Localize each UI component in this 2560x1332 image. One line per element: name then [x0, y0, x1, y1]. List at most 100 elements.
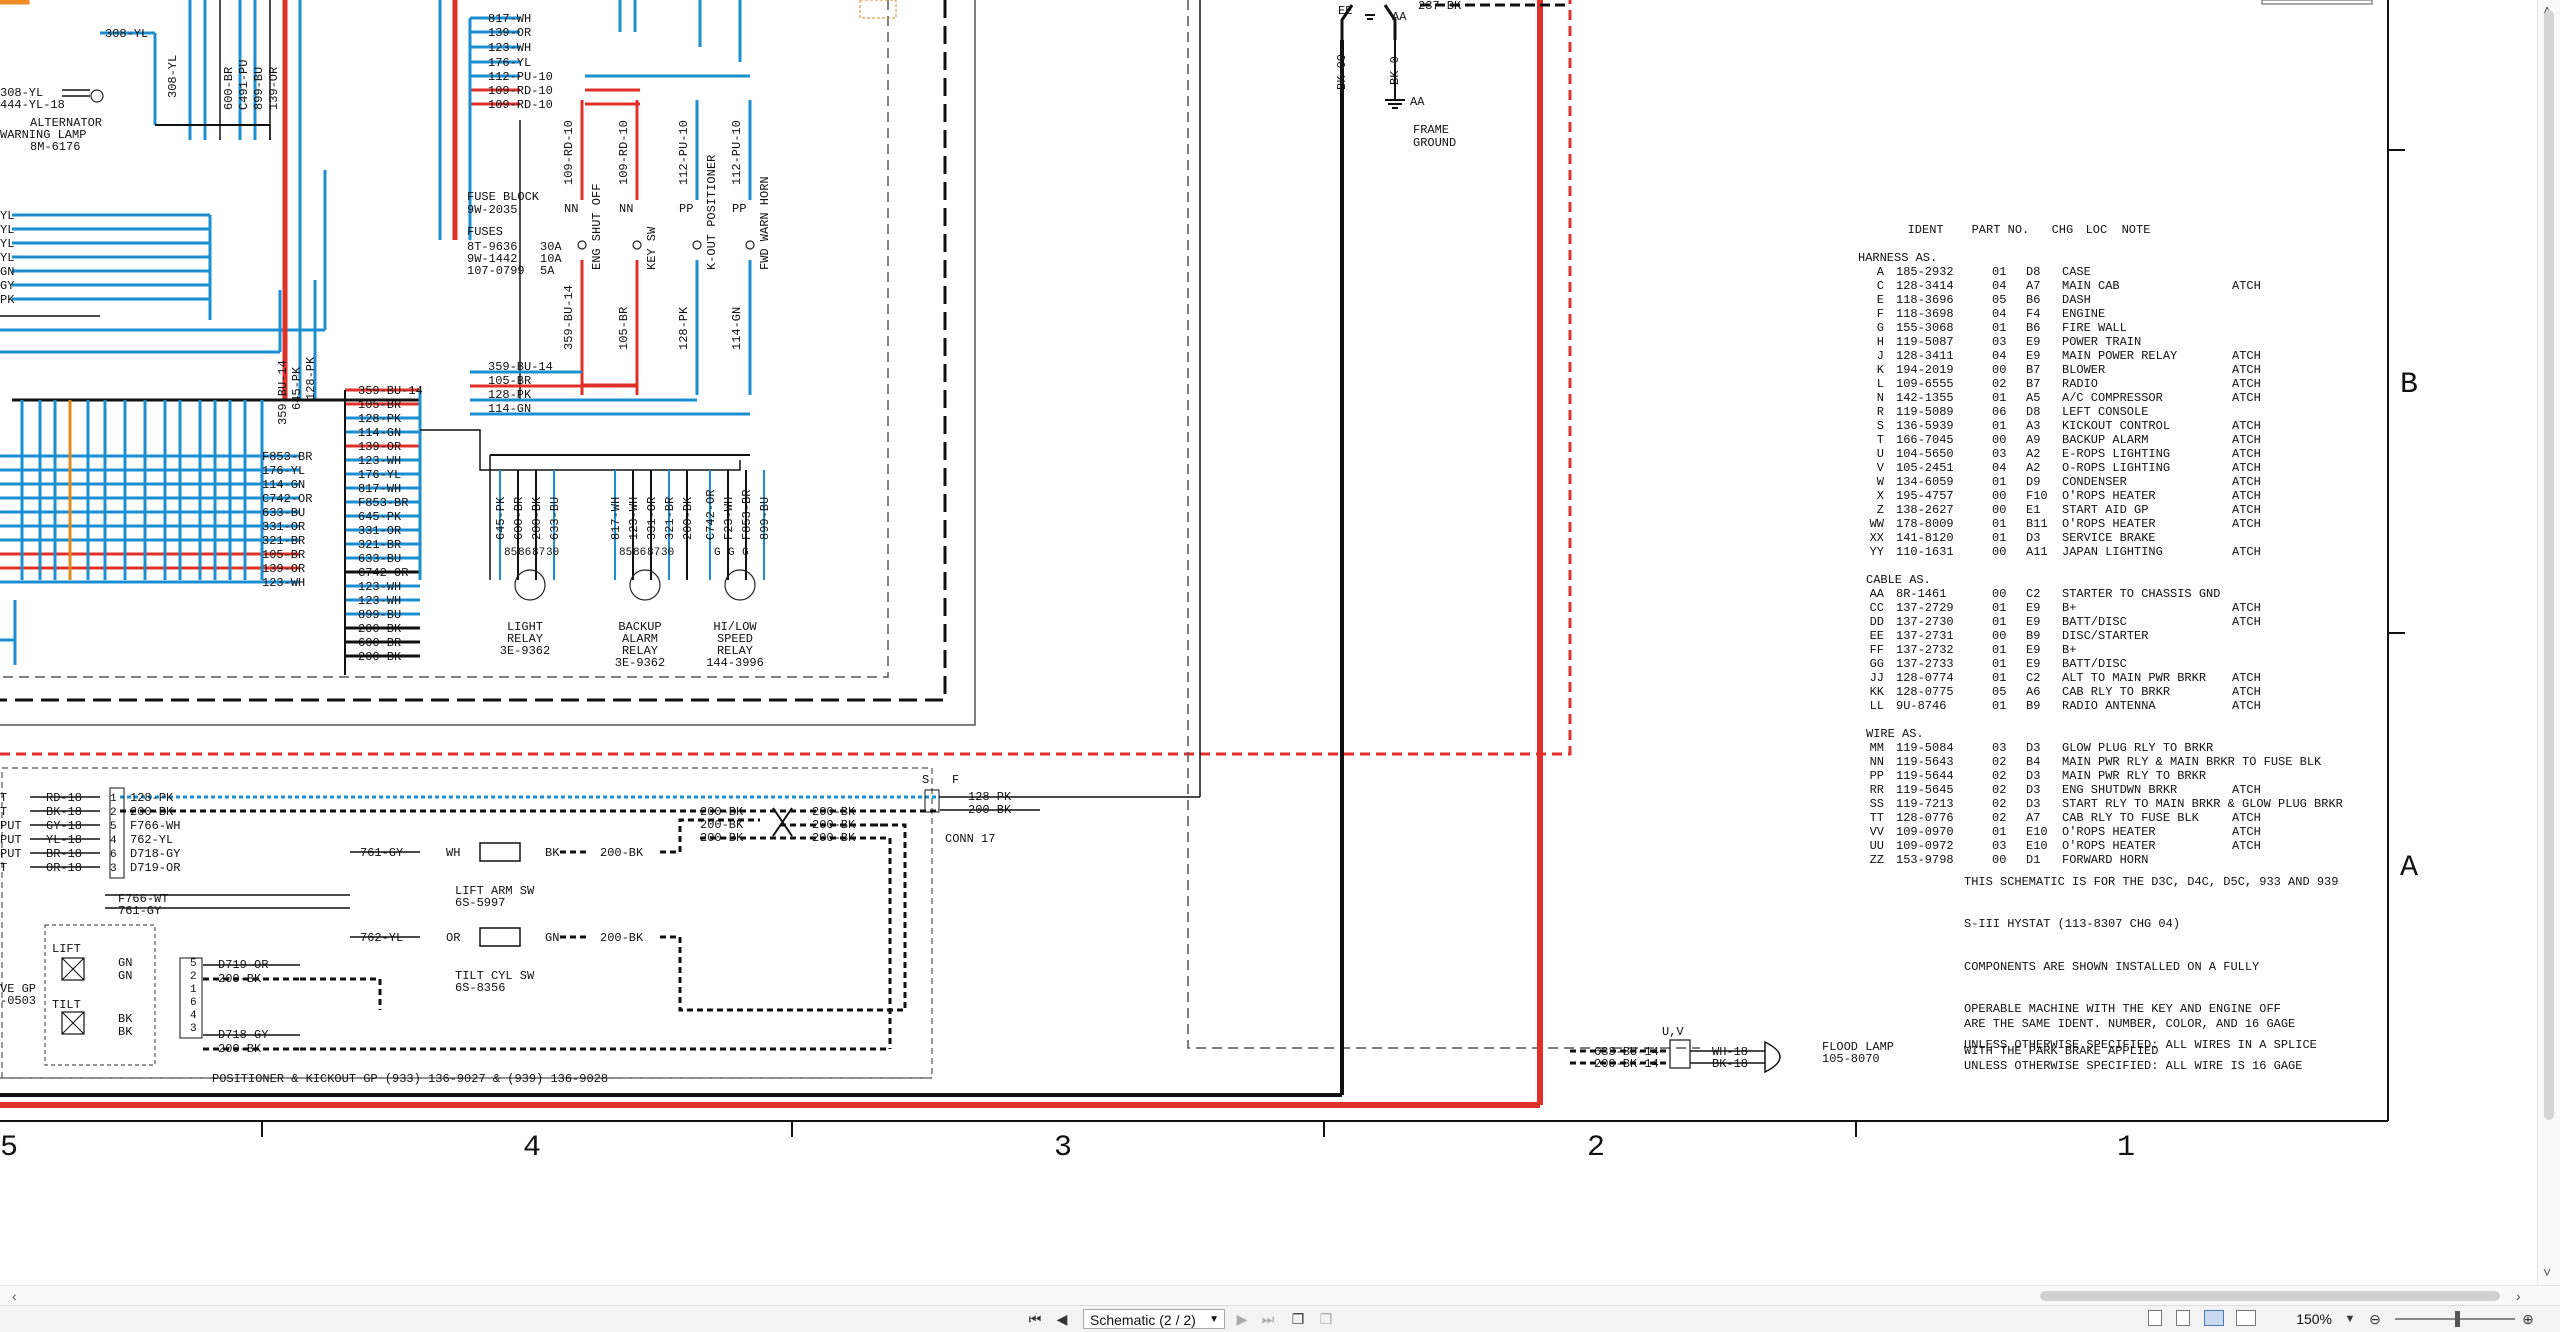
- last-page-icon[interactable]: ⏭: [1258, 1309, 1278, 1329]
- cell-loc: A7: [2026, 279, 2041, 293]
- paste-icon[interactable]: ❐: [1316, 1309, 1336, 1329]
- cell-att: ATCH: [2232, 685, 2261, 699]
- first-page-icon[interactable]: ⏮: [1025, 1309, 1045, 1329]
- table-row: W 134-6059 01 D9 CONDENSER ATCH: [1850, 475, 2261, 489]
- copy-icon[interactable]: ❐: [1288, 1309, 1308, 1329]
- wire-label: 105-BR: [617, 307, 631, 350]
- cell-chg: 00: [1992, 489, 2007, 503]
- cell-desc: O'ROPS HEATER: [2062, 825, 2156, 839]
- wire-label: BK-00: [1335, 54, 1349, 90]
- wire-label: 128-PK: [677, 306, 691, 350]
- table-row: X 195-4757 00 F10 O'ROPS HEATER ATCH: [1850, 489, 2261, 503]
- pin-label: 6: [190, 997, 197, 1009]
- wire-label: 237-BK: [1418, 0, 1462, 13]
- cell-chg: 01: [1992, 601, 2007, 615]
- cell-desc: CONDENSER: [2062, 475, 2127, 489]
- accent-bar: [0, 0, 30, 5]
- vertical-scroll-thumb[interactable]: [2544, 10, 2554, 1120]
- prev-page-icon[interactable]: ◀: [1052, 1309, 1072, 1329]
- wire-label: 114-GN: [488, 402, 531, 416]
- continuous-icon[interactable]: [2176, 1310, 2190, 1326]
- component-label: 105-8070: [1822, 1052, 1880, 1066]
- pin-label: 85: [619, 547, 632, 559]
- cell-loc: E9: [2026, 657, 2041, 671]
- cell-chg: 01: [1992, 825, 2007, 839]
- cell-desc: SERVICE BRAKE: [2062, 531, 2156, 545]
- cell-id: GG: [1869, 657, 1884, 671]
- cell-loc: B6: [2026, 293, 2041, 307]
- cell-desc: BLOWER: [2062, 363, 2106, 377]
- cell-desc: STARTER TO CHASSIS GND: [2062, 587, 2221, 601]
- cell-desc: O'ROPS HEATER: [2062, 489, 2156, 503]
- zoom-in-icon[interactable]: ⊕: [2518, 1309, 2538, 1329]
- next-page-icon[interactable]: ▶: [1232, 1309, 1252, 1329]
- cell-part: 195-4757: [1896, 489, 1954, 503]
- cell-chg: 04: [1992, 461, 2007, 475]
- wire-label: YL: [0, 237, 14, 251]
- scroll-left-icon[interactable]: ‹: [12, 1286, 17, 1306]
- cell-loc: A11: [2026, 545, 2048, 559]
- document-canvas[interactable]: B A 5 4 3 2 1 308-YL 308-YL 600-BR C491-PU 899-BU 13…: [0, 0, 2538, 1285]
- wire-label: U,V: [1662, 1025, 1684, 1039]
- zoom-slider-handle[interactable]: [2455, 1311, 2460, 1327]
- cell-id: FF: [1869, 643, 1884, 657]
- cell-id: R: [1876, 405, 1884, 419]
- wire-label: 761-GY: [360, 846, 403, 860]
- single-page-icon[interactable]: [2148, 1310, 2162, 1326]
- two-page-continuous-icon[interactable]: [2236, 1310, 2256, 1326]
- cell-loc: D3: [2026, 797, 2041, 811]
- ident-header: IDENT PART NO. CHG LOC NOTE: [1850, 209, 2261, 237]
- page-select[interactable]: Schematic (2 / 2) ▼: [1083, 1309, 1225, 1329]
- cell-id: YY: [1869, 545, 1884, 559]
- cell-part: 155-3068: [1896, 321, 1954, 335]
- scroll-right-icon[interactable]: ›: [2516, 1286, 2521, 1306]
- cell-chg: 01: [1992, 657, 2007, 671]
- cell-desc: ALT TO MAIN PWR BRKR: [2062, 671, 2207, 685]
- wire-label: 899-BU: [358, 608, 401, 622]
- relay-coil: [514, 569, 546, 601]
- cell-desc: O-ROPS LIGHTING: [2062, 461, 2171, 475]
- scroll-down-icon[interactable]: ˅: [2543, 1262, 2551, 1282]
- horizontal-scroll-thumb[interactable]: [2040, 1291, 2500, 1301]
- wire-label: 308-YL: [105, 27, 148, 41]
- pin-label: 6: [110, 849, 117, 861]
- wire-label: 200-BK: [530, 496, 544, 540]
- component-label: FRAME: [1413, 123, 1449, 137]
- cell-part: 119-5084: [1896, 741, 1954, 755]
- cell-loc: C2: [2026, 671, 2041, 685]
- cell-loc: A3: [2026, 419, 2041, 433]
- zoom-level[interactable]: 150%: [2280, 1309, 2332, 1329]
- pin-label: 87: [647, 547, 660, 559]
- wire-label: BK-18: [46, 805, 82, 819]
- cell-part: 119-5645: [1896, 783, 1954, 797]
- wire-label: 321-BR: [262, 534, 305, 548]
- wire-label: 600-BR: [358, 636, 401, 650]
- two-page-icon[interactable]: [2204, 1310, 2224, 1326]
- cell-att: ATCH: [2232, 279, 2261, 293]
- cell-part: 105-2451: [1896, 461, 1954, 475]
- ident-col-header: IDENT: [1907, 223, 1944, 237]
- cell-id: X: [1876, 489, 1884, 503]
- cell-desc: GLOW PLUG RLY TO BRKR: [2062, 741, 2214, 755]
- table-row: N 142-1355 01 A5 A/C COMPRESSOR ATCH: [1850, 391, 2261, 405]
- horizontal-scrollbar[interactable]: ‹ ›: [0, 1285, 2560, 1306]
- wire-label: 114-GN: [262, 478, 305, 492]
- wire-label: 123-WH: [627, 497, 641, 540]
- zoom-menu-chevron-icon[interactable]: ▼: [2340, 1309, 2360, 1329]
- table-row: F 118-3698 04 F4 ENGINE: [1850, 307, 2261, 321]
- table-row: DD 137-2730 01 E9 BATT/DISC ATCH: [1850, 615, 2261, 629]
- zoom-out-icon[interactable]: ⊖: [2365, 1309, 2385, 1329]
- cell-att: ATCH: [2232, 601, 2261, 615]
- table-row: MM 119-5084 03 D3 GLOW PLUG RLY TO BRKR: [1850, 741, 2261, 755]
- table-row: U 104-5650 03 A2 E-ROPS LIGHTING ATCH: [1850, 447, 2261, 461]
- cell-part: 118-3696: [1896, 293, 1954, 307]
- cell-chg: 03: [1992, 335, 2007, 349]
- cell-id: E: [1876, 293, 1884, 307]
- cell-chg: 02: [1992, 769, 2007, 783]
- wire-label: AA: [1410, 95, 1425, 109]
- cell-desc: MAIN CAB: [2062, 279, 2120, 293]
- wire-label: 645-PK: [494, 496, 508, 540]
- wire-label: C742-OR: [358, 566, 408, 580]
- table-row: XX 141-8120 01 D3 SERVICE BRAKE: [1850, 531, 2261, 545]
- vertical-scrollbar[interactable]: ˄ ˅: [2537, 0, 2560, 1285]
